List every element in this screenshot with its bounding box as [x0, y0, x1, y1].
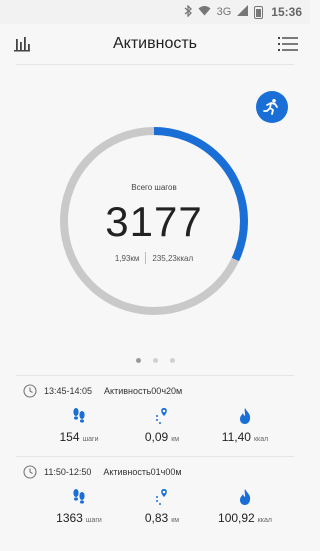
page-indicator[interactable]	[0, 358, 310, 363]
status-bar: 3G 15:36	[0, 0, 310, 24]
flame-icon	[238, 406, 252, 426]
calories-value: 100,92	[218, 511, 255, 525]
steps-label: Всего шагов	[131, 183, 177, 192]
wifi-icon	[198, 5, 211, 19]
menu-icon[interactable]	[276, 32, 300, 56]
calories-metric: 11,40 ккал	[210, 406, 280, 452]
calories-total: 235,23ккал	[152, 253, 194, 263]
calories-value: 11,40	[221, 430, 251, 444]
steps-unit: шаги	[85, 517, 102, 524]
steps-unit: шаги	[82, 436, 99, 443]
distance-total: 1,93км	[114, 253, 140, 263]
session-item[interactable]: 11:50-12:50 Активность01ч00м 1363 шаги 0,…	[0, 457, 310, 533]
network-type: 3G	[216, 6, 232, 18]
session-item[interactable]: 13:45-14:05 Активность00ч20м 154 шаги 0,0…	[0, 376, 310, 452]
battery-icon	[254, 5, 264, 19]
page-dot[interactable]	[152, 358, 158, 363]
session-metrics: 1363 шаги 0,83 км 100,92 ккал	[16, 487, 294, 533]
running-icon[interactable]	[256, 91, 288, 123]
route-icon	[154, 487, 170, 507]
distance-metric: 0,09 км	[127, 406, 197, 452]
calories-unit: ккал	[257, 517, 272, 524]
page-dot[interactable]	[169, 358, 175, 363]
steps-value: 1363	[56, 511, 83, 525]
distance-metric: 0,83 км	[127, 487, 197, 533]
stats-icon[interactable]	[10, 32, 34, 56]
distance-unit: км	[171, 436, 180, 443]
bluetooth-icon	[184, 3, 192, 20]
steps-metric: 1363 шаги	[44, 487, 114, 533]
steps-value: 154	[59, 430, 80, 444]
summary-separator	[145, 252, 147, 264]
calories-unit: ккал	[253, 436, 269, 443]
page-title: Активность	[112, 35, 197, 52]
session-header: 11:50-12:50 Активность01ч00м	[16, 457, 294, 487]
footprints-icon	[71, 487, 87, 507]
steps-total: 3177	[105, 198, 203, 245]
route-icon	[154, 406, 170, 426]
session-metrics: 154 шаги 0,09 км 11,40 ккал	[16, 406, 294, 452]
steps-summary: Всего шагов 3177 1,93км 235,23ккал	[58, 125, 250, 317]
signal-icon	[237, 5, 249, 19]
session-time: 13:45-14:05	[44, 386, 93, 396]
session-activity: Активность00ч20м	[104, 386, 183, 396]
app-bar: Активность	[0, 24, 310, 64]
steps-metric: 154 шаги	[44, 406, 114, 452]
clock-time: 15:36	[271, 5, 302, 19]
flame-icon	[238, 487, 252, 507]
clock-icon	[23, 384, 37, 398]
session-activity: Активность01ч00м	[103, 467, 182, 477]
distance-value: 0,09	[144, 430, 169, 444]
distance-unit: км	[171, 517, 180, 524]
page-dot[interactable]	[135, 358, 141, 363]
calories-metric: 100,92 ккал	[210, 487, 280, 533]
session-time: 11:50-12:50	[44, 467, 92, 477]
session-header: 13:45-14:05 Активность00ч20м	[16, 376, 294, 406]
distance-value: 0,83	[144, 511, 169, 525]
summary-panel: Всего шагов 3177 1,93км 235,23ккал	[0, 65, 310, 375]
summary-details: 1,93км 235,23ккал	[115, 252, 193, 264]
clock-icon	[23, 465, 37, 479]
footprints-icon	[71, 406, 87, 426]
